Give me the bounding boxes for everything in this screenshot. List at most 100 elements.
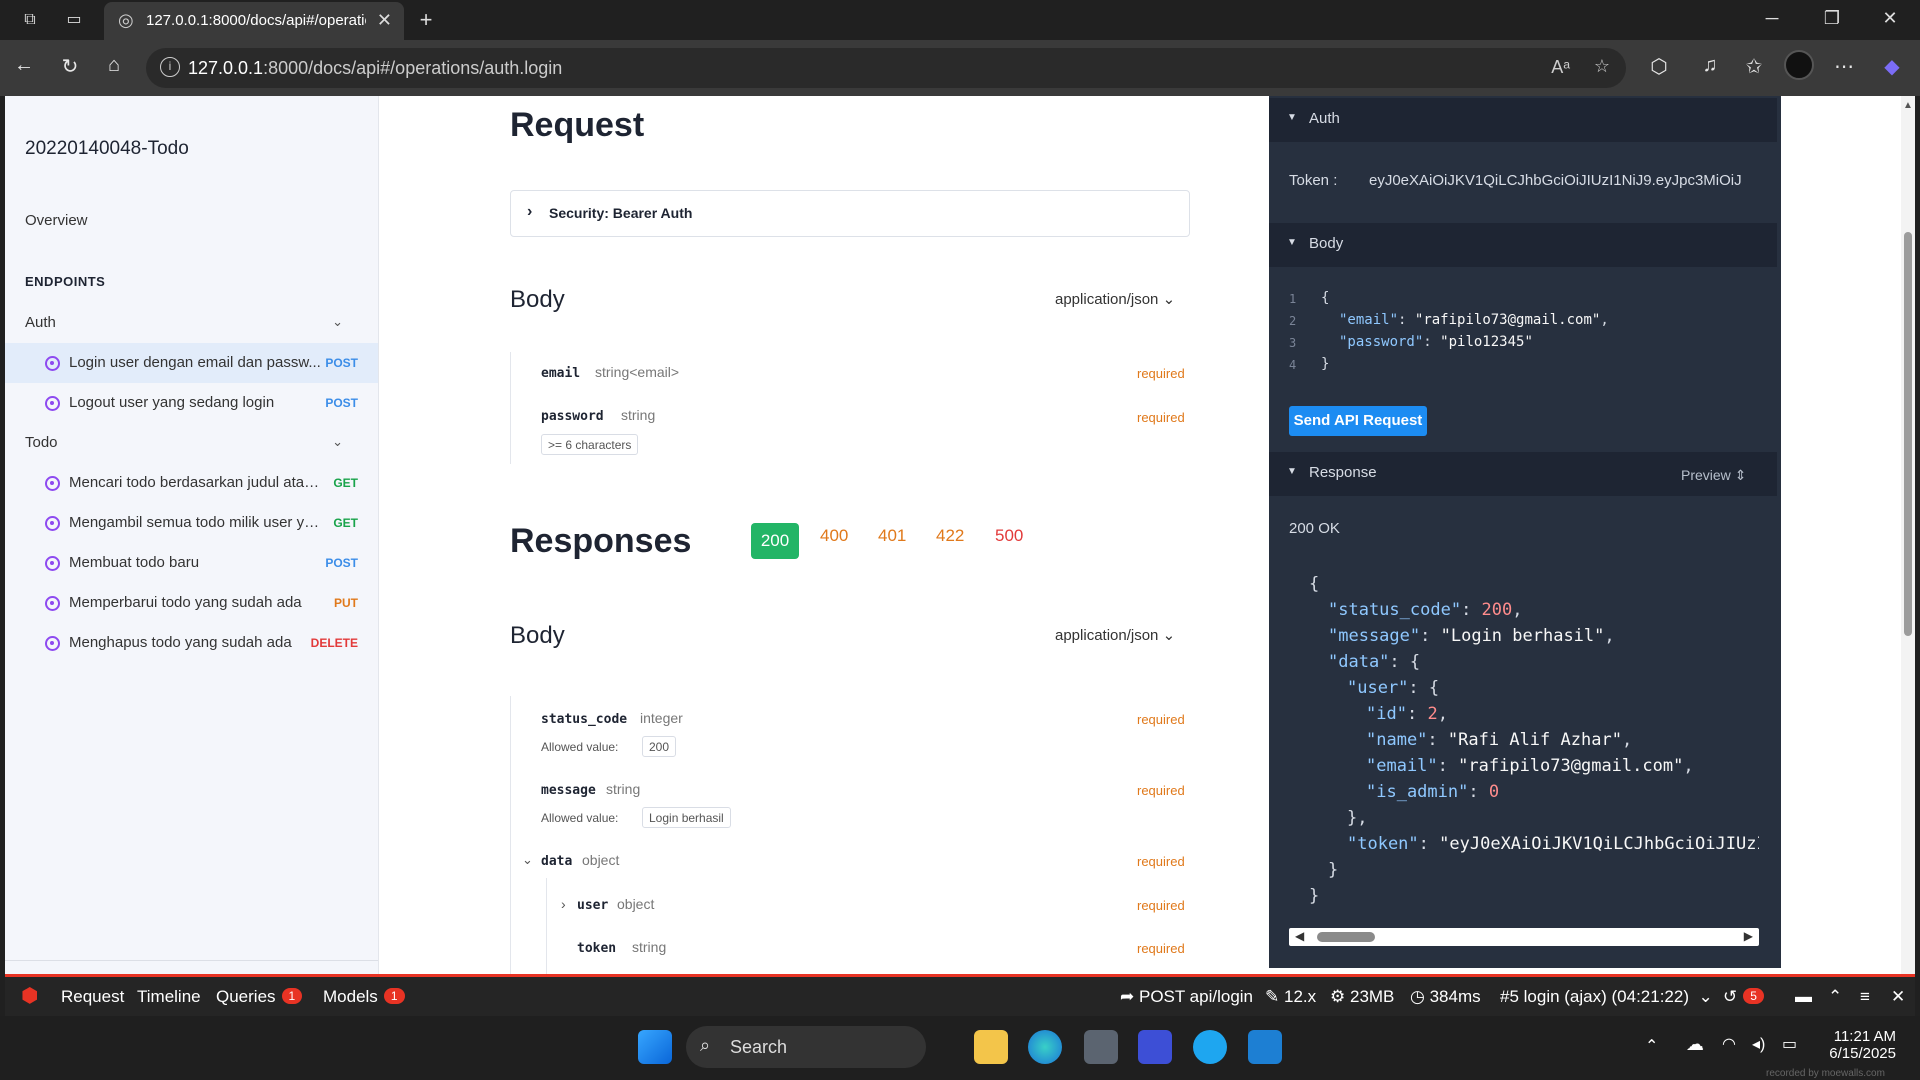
required-label: required	[1137, 898, 1185, 913]
close-debugbar-icon[interactable]: ✕	[1891, 987, 1905, 1007]
method-badge: GET	[333, 516, 358, 530]
chevron-up-icon[interactable]: ⌃	[1828, 987, 1842, 1007]
laravel-logo-icon[interactable]: ⬢	[21, 983, 38, 1008]
debug-tab-queries[interactable]: Queries 1	[216, 987, 303, 1007]
time-info: ◷ 384ms	[1410, 987, 1481, 1007]
json-line: "user": {	[1347, 678, 1440, 698]
read-aloud-icon[interactable]: Aᵃ	[1551, 57, 1570, 78]
scrollbar-thumb[interactable]	[1317, 932, 1375, 942]
minimize-icon[interactable]: ─	[1752, 8, 1792, 29]
scroll-right-icon[interactable]: ▶	[1744, 929, 1753, 943]
more-menu-icon[interactable]: ⋯	[1830, 54, 1858, 79]
app-icon[interactable]	[1084, 1030, 1118, 1064]
sidebar-item-delete-todo[interactable]: Menghapus todo yang sudah ada DELETE	[5, 623, 378, 663]
volume-icon[interactable]: ◂)	[1752, 1034, 1765, 1054]
send-api-request-button[interactable]: Send API Request	[1289, 406, 1427, 436]
preview-select[interactable]: Preview ⇕	[1681, 467, 1746, 484]
home-icon[interactable]: ⌂	[100, 54, 128, 77]
responses-heading: Responses	[510, 522, 692, 560]
debug-tab-timeline[interactable]: Timeline	[137, 987, 201, 1007]
sidebar-item-search-todo[interactable]: Mencari todo berdasarkan judul atau ... …	[5, 463, 378, 503]
sidebar-item-logout[interactable]: Logout user yang sedang login POST	[5, 383, 378, 423]
extensions-icon[interactable]: ⬡	[1645, 54, 1673, 79]
back-icon[interactable]: ←	[10, 54, 38, 77]
chevron-up-icon[interactable]: ⌃	[1645, 1036, 1658, 1056]
battery-icon[interactable]: ▭	[1782, 1034, 1797, 1054]
chevron-down-icon[interactable]: ⌄	[522, 852, 533, 868]
workspaces-icon[interactable]: ⧉	[18, 8, 42, 32]
close-window-icon[interactable]: ✕	[1870, 8, 1910, 29]
cloud-icon[interactable]: ☁	[1686, 1034, 1704, 1055]
debug-tab-request[interactable]: Request	[61, 987, 124, 1007]
clock-time: 11:21 AM	[1833, 1028, 1896, 1045]
version-value: 12.x	[1283, 987, 1317, 1006]
edge-browser-icon[interactable]	[1028, 1030, 1062, 1064]
favorite-star-icon[interactable]: ☆	[1594, 56, 1610, 77]
request-select[interactable]: #5 login (ajax) (04:21:22) ⌄	[1500, 987, 1713, 1007]
history-button[interactable]: ↺ 5	[1723, 987, 1764, 1007]
scroll-left-icon[interactable]: ◀	[1295, 929, 1304, 943]
scroll-up-icon[interactable]: ▲	[1903, 100, 1913, 111]
content-type-select[interactable]: application/json ⌄	[1055, 290, 1175, 308]
settings-icon[interactable]: ≡	[1860, 987, 1870, 1007]
endpoint-icon	[45, 636, 60, 651]
auth-section-header[interactable]: ▼ Auth	[1269, 98, 1777, 142]
windows-start-icon[interactable]	[638, 1030, 672, 1064]
tab-label: Queries	[216, 987, 276, 1006]
sidebar-item-list-todo[interactable]: Mengambil semua todo milik user ya... GE…	[5, 503, 378, 543]
sidebar-item-create-todo[interactable]: Membuat todo baru POST	[5, 543, 378, 583]
chevron-right-icon[interactable]: ›	[561, 896, 566, 912]
tab-actions-icon[interactable]: ▭	[62, 8, 86, 32]
endpoint-label: Logout user yang sedang login	[69, 394, 275, 411]
wifi-icon[interactable]: ◠	[1722, 1034, 1736, 1054]
sidebar-item-login[interactable]: Login user dengan email dan passw... POS…	[5, 343, 378, 383]
app-icon[interactable]	[1138, 1030, 1172, 1064]
new-tab-icon[interactable]: +	[414, 8, 438, 32]
sidebar-item-update-todo[interactable]: Memperbarui todo yang sudah ada PUT	[5, 583, 378, 623]
vscode-icon[interactable]	[1248, 1030, 1282, 1064]
taskbar-search[interactable]: ⌕ Search	[686, 1026, 926, 1068]
field-name: user	[577, 898, 609, 913]
debug-tab-models[interactable]: Models 1	[323, 987, 405, 1007]
site-info-icon[interactable]: i	[160, 57, 180, 77]
models-count-badge: 1	[383, 988, 405, 1004]
app-icon[interactable]	[1193, 1030, 1227, 1064]
response-code-401-tab[interactable]: 401	[878, 526, 906, 546]
copilot-icon[interactable]: ◆	[1878, 54, 1906, 79]
sidebar-overview-link[interactable]: Overview	[25, 212, 88, 229]
field-name: password	[541, 409, 604, 424]
response-code-400-tab[interactable]: 400	[820, 526, 848, 546]
favorites-icon[interactable]: ✩	[1740, 54, 1768, 79]
browser-tab-active[interactable]: ◎ 127.0.0.1:8000/docs/api#/operatio ✕	[104, 2, 404, 40]
field-type: string<email>	[595, 364, 680, 380]
token-input[interactable]: eyJ0eXAiOiJKV1QiLCJhbGciOiJIUzI1NiJ9.eyJ…	[1369, 172, 1753, 189]
folder-icon[interactable]: ▬	[1795, 987, 1812, 1007]
response-code-200-tab[interactable]: 200	[751, 523, 799, 559]
response-code-500-tab[interactable]: 500	[995, 526, 1023, 546]
close-tab-icon[interactable]: ✕	[377, 10, 392, 31]
endpoint-icon	[45, 476, 60, 491]
file-explorer-icon[interactable]	[974, 1030, 1008, 1064]
sidebar-group-auth[interactable]: Auth ⌄	[25, 314, 365, 331]
profile-avatar[interactable]	[1784, 50, 1814, 80]
scrollbar-thumb[interactable]	[1904, 232, 1912, 636]
field-name: data	[541, 854, 573, 869]
response-content-type-select[interactable]: application/json ⌄	[1055, 626, 1175, 644]
address-bar[interactable]: i 127.0.0.1:8000/docs/api#/operations/au…	[146, 48, 1626, 88]
body-section-header[interactable]: ▼ Body	[1269, 223, 1777, 267]
triangle-down-icon: ▼	[1287, 237, 1297, 248]
security-accordion[interactable]: › Security: Bearer Auth	[510, 190, 1190, 237]
page-vertical-scrollbar[interactable]: ▲	[1901, 96, 1915, 974]
response-code-422-tab[interactable]: 422	[936, 526, 964, 546]
allowed-label: Allowed value:	[541, 740, 619, 754]
taskbar-clock[interactable]: 11:21 AM 6/15/2025	[1812, 1028, 1896, 1062]
laravel-debugbar: ⬢ Request Timeline Queries 1 Models 1 ➦ PO…	[5, 974, 1915, 1016]
history-count-badge: 5	[1743, 988, 1764, 1004]
refresh-icon[interactable]: ↻	[56, 54, 84, 79]
sidebar-group-todo[interactable]: Todo ⌄	[25, 434, 365, 451]
restore-icon[interactable]: ❐	[1812, 8, 1852, 29]
line-number: 3	[1289, 336, 1297, 350]
horizontal-scrollbar[interactable]: ◀ ▶	[1289, 928, 1759, 946]
url-host: 127.0.0.1	[188, 58, 264, 78]
media-icon[interactable]: ♫	[1696, 54, 1724, 77]
